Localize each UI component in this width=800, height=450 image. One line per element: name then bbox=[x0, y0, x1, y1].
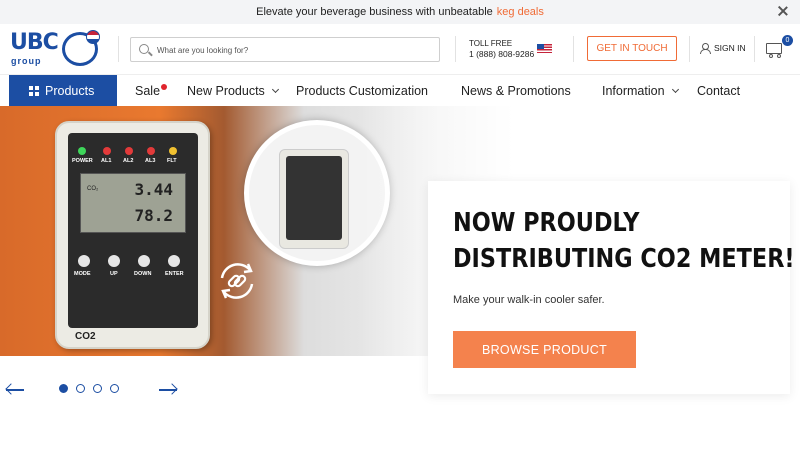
al3-led bbox=[147, 147, 155, 155]
nav-item-contact[interactable]: Contact bbox=[697, 75, 740, 107]
device-face: POWER AL1 AL2 AL3 FLT CO₂ 3.44 78.2 MODE… bbox=[68, 133, 198, 328]
search-input[interactable] bbox=[157, 41, 427, 59]
nav-item-label: Products Customization bbox=[296, 84, 429, 98]
nav-item-label: Sale bbox=[135, 84, 161, 98]
al2-led bbox=[125, 147, 133, 155]
arrow-head bbox=[5, 383, 17, 395]
nav-item-news-promotions[interactable]: News & Promotions bbox=[461, 75, 571, 107]
down-button-icon bbox=[138, 255, 150, 267]
led-label: FLT bbox=[167, 158, 177, 164]
close-icon[interactable] bbox=[776, 4, 790, 18]
promo-title: NOW PROUDLY DISTRIBUTING CO2 METER! bbox=[453, 205, 795, 277]
carousel-dot[interactable] bbox=[93, 384, 102, 393]
nav-item-label: New Products bbox=[187, 84, 265, 98]
arrow-left-icon[interactable] bbox=[5, 383, 25, 397]
search-bar[interactable] bbox=[130, 37, 440, 62]
site-header: UBC group TOLL FREE 1 (888) 808-9286 GET… bbox=[0, 24, 800, 74]
led-label: AL3 bbox=[145, 158, 156, 164]
sign-in-link[interactable]: SIGN IN bbox=[700, 43, 746, 54]
nav-item-sale[interactable]: Sale bbox=[135, 75, 168, 107]
carousel-dot[interactable] bbox=[76, 384, 85, 393]
enter-button-icon bbox=[168, 255, 180, 267]
led-label: AL1 bbox=[101, 158, 112, 164]
toll-free-info[interactable]: TOLL FREE 1 (888) 808-9286 bbox=[469, 38, 534, 60]
mini-device-face bbox=[286, 156, 342, 240]
led-label: POWER bbox=[72, 158, 93, 164]
al1-led bbox=[103, 147, 111, 155]
led-label: AL2 bbox=[123, 158, 134, 164]
wheel-icon bbox=[777, 54, 781, 58]
chevron-down-icon bbox=[671, 85, 679, 94]
ubc-logo[interactable]: UBC group bbox=[10, 30, 100, 70]
truck-icon bbox=[766, 43, 782, 54]
divider bbox=[118, 36, 119, 62]
promo-card: NOW PROUDLY DISTRIBUTING CO2 METER! Make… bbox=[428, 181, 795, 394]
divider bbox=[754, 36, 755, 62]
nav-item-products-customization[interactable]: Products Customization bbox=[296, 75, 428, 107]
grid-icon bbox=[29, 86, 39, 96]
lcd-reading: 78.2 bbox=[134, 206, 173, 225]
promo-title-line: DISTRIBUTING CO2 METER! bbox=[453, 244, 795, 274]
promo-title-line: NOW PROUDLY bbox=[453, 208, 640, 238]
lcd-display: CO₂ 3.44 78.2 bbox=[80, 173, 186, 233]
nav-item-new-products[interactable]: New Products bbox=[187, 75, 279, 107]
lcd-reading: 3.44 bbox=[134, 180, 173, 199]
browse-product-button[interactable]: BROWSE PRODUCT bbox=[453, 331, 636, 368]
us-badge-icon bbox=[86, 30, 100, 44]
nav-item-label: Information bbox=[602, 84, 665, 98]
lcd-label: CO₂ bbox=[87, 186, 99, 192]
logo-text: UBC bbox=[10, 30, 59, 55]
nav-item-label: Contact bbox=[697, 84, 741, 98]
divider bbox=[455, 36, 456, 62]
device-button-label: DOWN bbox=[134, 271, 152, 277]
products-menu-button[interactable]: Products bbox=[9, 75, 117, 107]
main-nav: Products Sale New Products Products Cust… bbox=[0, 74, 800, 107]
cart-button[interactable]: 0 bbox=[766, 35, 793, 59]
divider bbox=[573, 36, 574, 62]
search-icon[interactable] bbox=[139, 44, 149, 54]
logo-subtext: group bbox=[11, 56, 42, 66]
toll-free-number[interactable]: 1 (888) 808-9286 bbox=[469, 49, 534, 60]
cart-count-badge: 0 bbox=[782, 35, 793, 46]
user-icon bbox=[700, 43, 711, 54]
nav-item-label: News & Promotions bbox=[461, 84, 571, 98]
products-label: Products bbox=[45, 84, 95, 98]
toll-free-label: TOLL FREE bbox=[469, 39, 513, 48]
keg-deals-link[interactable]: keg deals bbox=[497, 6, 544, 18]
carousel-dot[interactable] bbox=[110, 384, 119, 393]
us-flag-icon bbox=[537, 44, 552, 53]
promo-text: Elevate your beverage business with unbe… bbox=[256, 6, 493, 18]
sale-indicator-dot bbox=[161, 84, 168, 90]
device-tag: CO2 bbox=[75, 331, 96, 342]
mode-button-icon bbox=[78, 255, 90, 267]
mini-device bbox=[279, 149, 349, 249]
up-button-icon bbox=[108, 255, 120, 267]
arrow-right-icon[interactable] bbox=[158, 383, 178, 397]
sign-in-label: SIGN IN bbox=[714, 43, 746, 53]
device-button-label: ENTER bbox=[165, 271, 184, 277]
power-led bbox=[78, 147, 86, 155]
arrow-head bbox=[166, 383, 178, 395]
get-in-touch-button[interactable]: GET IN TOUCH bbox=[587, 36, 677, 61]
device-button-label: UP bbox=[110, 271, 118, 277]
device-button-label: MODE bbox=[74, 271, 91, 277]
carousel-dots bbox=[59, 384, 119, 393]
chevron-down-icon bbox=[271, 85, 279, 94]
promo-bar: Elevate your beverage business with unbe… bbox=[0, 0, 800, 24]
co2-meter-image: POWER AL1 AL2 AL3 FLT CO₂ 3.44 78.2 MODE… bbox=[55, 121, 210, 349]
nav-item-information[interactable]: Information bbox=[602, 75, 679, 107]
flt-led bbox=[169, 147, 177, 155]
divider bbox=[689, 36, 690, 62]
wheel-icon bbox=[769, 54, 773, 58]
promo-subtitle: Make your walk-in cooler safer. bbox=[453, 294, 605, 306]
carousel-dot[interactable] bbox=[59, 384, 68, 393]
sync-link-icon bbox=[220, 263, 254, 299]
